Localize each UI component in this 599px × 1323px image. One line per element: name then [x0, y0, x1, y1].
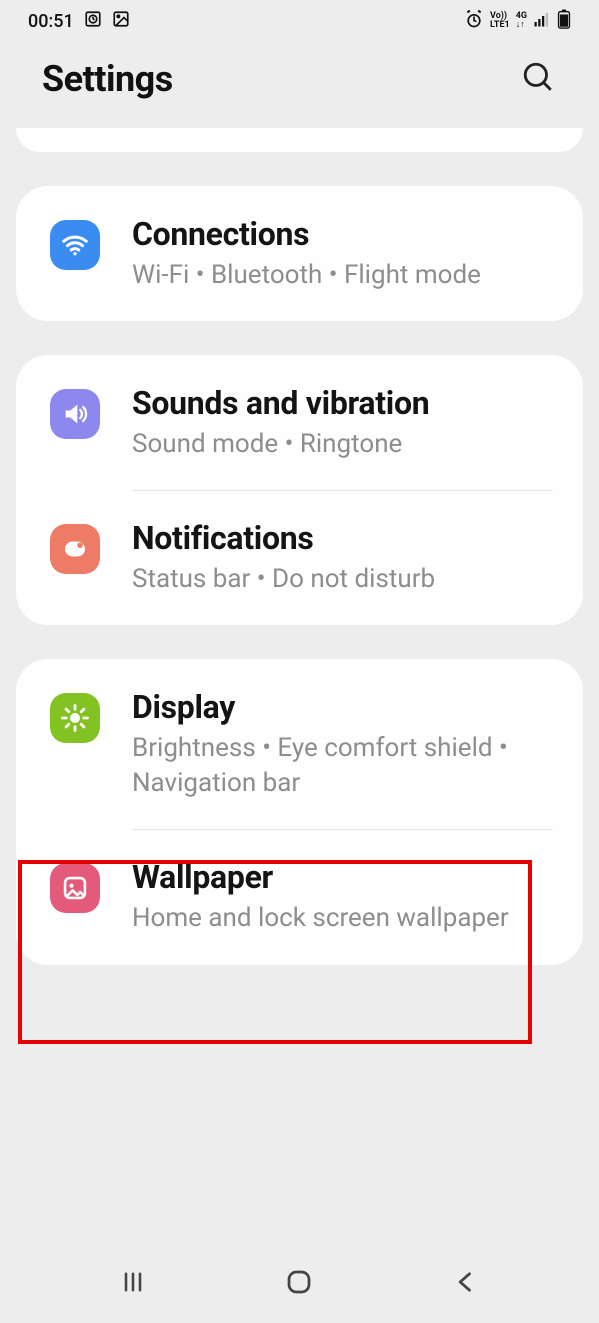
android-nav-bar [0, 1253, 599, 1323]
item-title: Sounds and vibration [132, 383, 553, 423]
item-title: Notifications [132, 518, 553, 558]
image-icon [112, 10, 130, 33]
settings-item-display[interactable]: Display Brightness • Eye comfort shield … [16, 659, 583, 829]
status-time: 00:51 [28, 11, 74, 32]
settings-item-connections[interactable]: Connections Wi-Fi • Bluetooth • Flight m… [16, 186, 583, 321]
clock-box-icon [84, 10, 102, 33]
sound-icon [50, 389, 100, 439]
settings-item-wallpaper[interactable]: Wallpaper Home and lock screen wallpaper [16, 829, 583, 964]
item-subtitle: Home and lock screen wallpaper [132, 901, 553, 936]
item-title: Wallpaper [132, 857, 553, 897]
item-subtitle: Wi-Fi • Bluetooth • Flight mode [132, 258, 553, 293]
battery-icon [557, 9, 571, 34]
settings-group: Display Brightness • Eye comfort shield … [16, 659, 583, 964]
data-label: 4G↓↑ [516, 12, 527, 30]
brightness-icon [50, 693, 100, 743]
item-title: Display [132, 687, 553, 727]
home-button[interactable] [284, 1267, 314, 1301]
signal-icon [533, 10, 551, 33]
recent-apps-button[interactable] [119, 1268, 147, 1300]
settings-group: Sounds and vibration Sound mode • Ringto… [16, 355, 583, 625]
settings-group: Connections Wi-Fi • Bluetooth • Flight m… [16, 186, 583, 321]
settings-item-sounds[interactable]: Sounds and vibration Sound mode • Ringto… [16, 355, 583, 490]
notifications-icon [50, 524, 100, 574]
wifi-icon [50, 220, 100, 270]
alarm-icon [464, 9, 484, 34]
page-title: Settings [42, 58, 173, 100]
item-title: Connections [132, 214, 553, 254]
back-button[interactable] [452, 1268, 480, 1300]
item-subtitle: Brightness • Eye comfort shield • Naviga… [132, 731, 553, 801]
item-subtitle: Sound mode • Ringtone [132, 427, 553, 462]
volte-label: Vo))LTE1 [490, 12, 510, 30]
card-peek [16, 128, 583, 152]
search-button[interactable] [521, 60, 555, 98]
wallpaper-icon [50, 863, 100, 913]
settings-item-notifications[interactable]: Notifications Status bar • Do not distur… [16, 490, 583, 625]
status-bar: 00:51 Vo))LTE1 4G↓↑ [0, 0, 599, 42]
header: Settings [0, 42, 599, 128]
item-subtitle: Status bar • Do not disturb [132, 562, 553, 597]
